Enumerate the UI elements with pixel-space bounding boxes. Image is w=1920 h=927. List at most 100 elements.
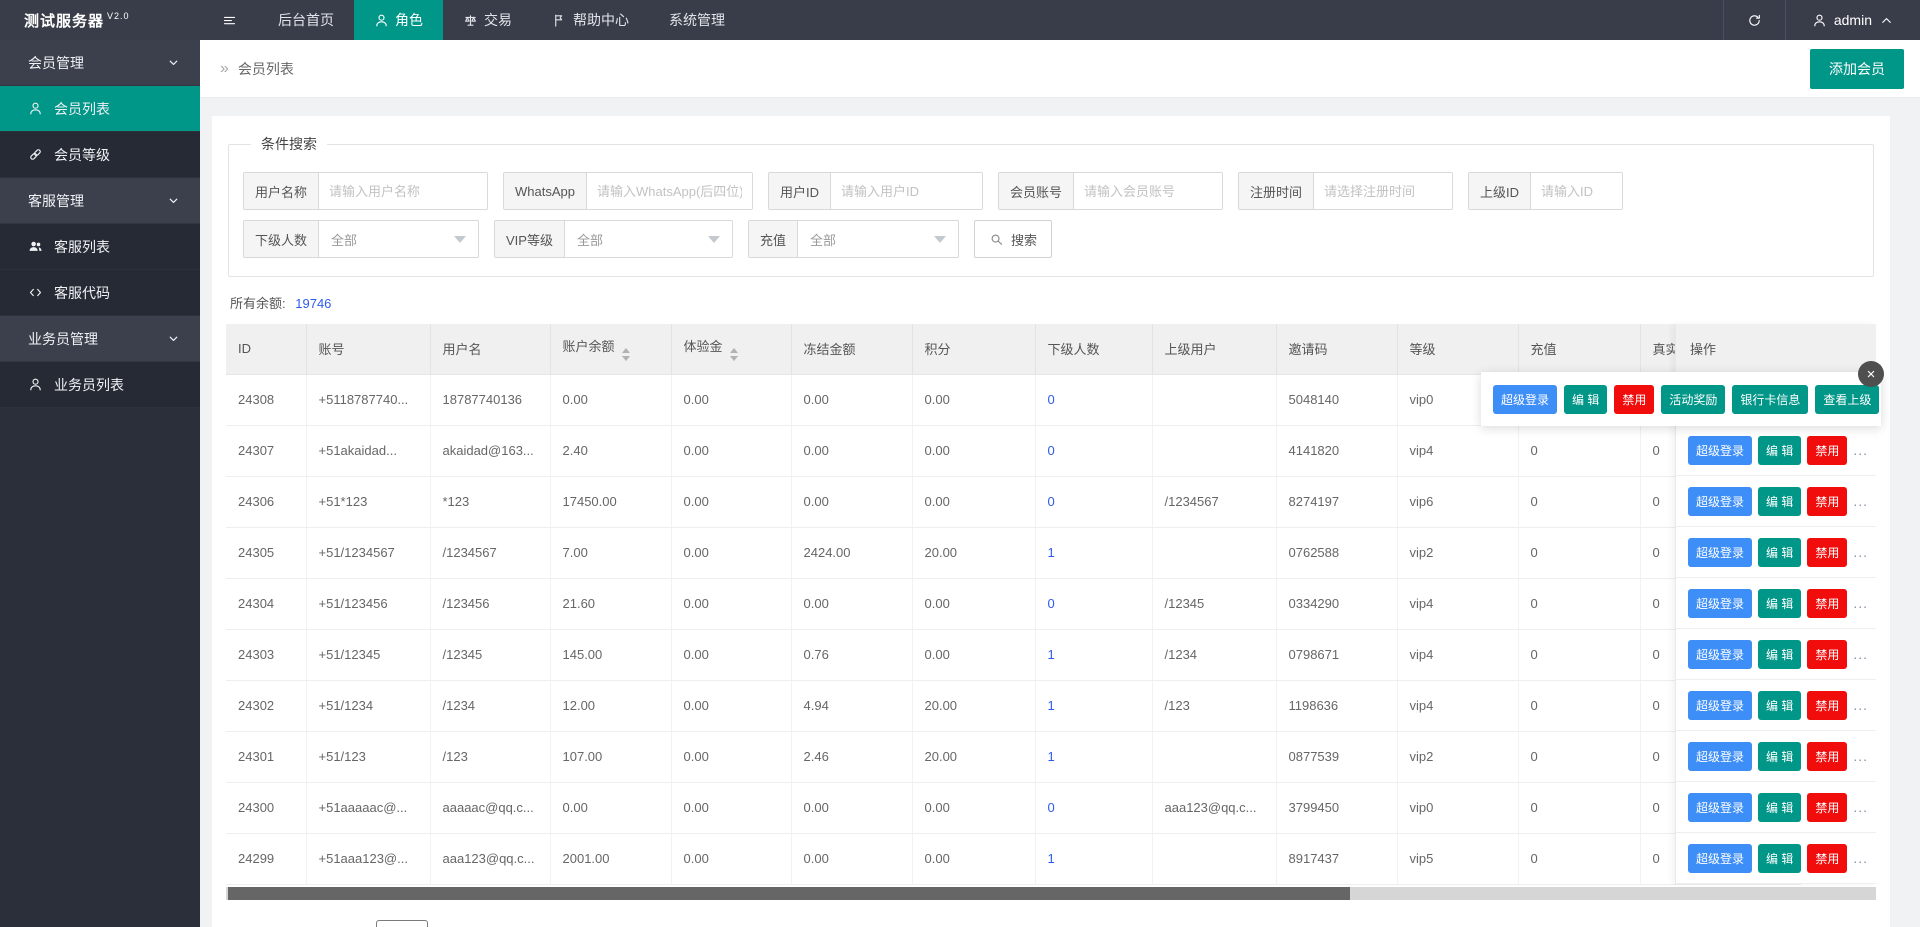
subordinates-link[interactable]: 0 xyxy=(1048,494,1055,509)
edit-button[interactable]: 编 辑 xyxy=(1758,793,1801,822)
disable-button[interactable]: 禁用 xyxy=(1614,385,1654,414)
add-member-button[interactable]: 添加会员 xyxy=(1810,49,1904,89)
super-login-button[interactable]: 超级登录 xyxy=(1688,487,1752,516)
super-login-button[interactable]: 超级登录 xyxy=(1688,793,1752,822)
cell-value: 0 xyxy=(1653,545,1660,560)
edit-button[interactable]: 编 辑 xyxy=(1758,436,1801,465)
balance-summary-value[interactable]: 19746 xyxy=(295,296,331,311)
user-menu[interactable]: admin xyxy=(1785,0,1920,40)
more-actions-button[interactable]: ... xyxy=(1853,850,1868,866)
more-actions-button[interactable]: ... xyxy=(1853,544,1868,560)
subordinates-link[interactable]: 1 xyxy=(1048,698,1055,713)
super-login-button[interactable]: 超级登录 xyxy=(1688,538,1752,567)
edit-button[interactable]: 编 辑 xyxy=(1758,844,1801,873)
search-select-2: 充值全部 xyxy=(748,220,959,258)
search-input-5[interactable] xyxy=(1531,173,1622,209)
search-input-4[interactable] xyxy=(1314,173,1452,209)
cell-id: 24308 xyxy=(226,374,306,425)
cell-value: /12345 xyxy=(443,647,483,662)
cell-account: +51/123456 xyxy=(306,578,430,629)
super-login-button[interactable]: 超级登录 xyxy=(1688,589,1752,618)
more-actions-button[interactable]: ... xyxy=(1853,493,1868,509)
disable-button[interactable]: 禁用 xyxy=(1807,742,1847,771)
subordinates-link[interactable]: 0 xyxy=(1048,596,1055,611)
view-parent-button[interactable]: 查看上级 xyxy=(1815,385,1879,414)
cell-points: 20.00 xyxy=(912,527,1035,578)
search-select-value-1[interactable]: 全部 xyxy=(565,221,732,257)
disable-button[interactable]: 禁用 xyxy=(1807,640,1847,669)
subordinates-link[interactable]: 1 xyxy=(1048,647,1055,662)
subordinates-link[interactable]: 1 xyxy=(1048,545,1055,560)
search-button[interactable]: 搜索 xyxy=(974,220,1052,258)
more-actions-button[interactable]: ... xyxy=(1853,697,1868,713)
disable-button[interactable]: 禁用 xyxy=(1807,487,1847,516)
cell-frozen: 0.00 xyxy=(791,374,912,425)
horizontal-scrollbar-thumb[interactable] xyxy=(228,887,1350,900)
sort-icon[interactable] xyxy=(730,348,738,361)
search-input-0[interactable] xyxy=(319,173,487,209)
super-login-button[interactable]: 超级登录 xyxy=(1688,640,1752,669)
column-header-2: 用户名 xyxy=(430,324,550,374)
sidebar-group-0[interactable]: 会员管理 xyxy=(0,40,200,86)
subordinates-link[interactable]: 1 xyxy=(1048,851,1055,866)
sidebar-group-2[interactable]: 业务员管理 xyxy=(0,316,200,362)
more-actions-button[interactable]: ... xyxy=(1853,595,1868,611)
subordinates-link[interactable]: 0 xyxy=(1048,392,1055,407)
edit-button[interactable]: 编 辑 xyxy=(1758,589,1801,618)
edit-button[interactable]: 编 辑 xyxy=(1758,691,1801,720)
bank-card-info-button[interactable]: 银行卡信息 xyxy=(1732,385,1808,414)
search-select-value-0[interactable]: 全部 xyxy=(319,221,478,257)
disable-button[interactable]: 禁用 xyxy=(1807,538,1847,567)
search-select-value-2[interactable]: 全部 xyxy=(798,221,958,257)
table-row: 24303+51/12345/12345145.000.000.760.001/… xyxy=(226,629,1800,680)
super-login-button[interactable]: 超级登录 xyxy=(1688,742,1752,771)
search-input-1[interactable] xyxy=(587,173,752,209)
cell-recharge: 0 xyxy=(1518,731,1640,782)
more-actions-button[interactable]: ... xyxy=(1853,748,1868,764)
activity-reward-button[interactable]: 活动奖励 xyxy=(1661,385,1725,414)
sidebar-item-1-1[interactable]: 客服代码 xyxy=(0,270,200,316)
disable-button[interactable]: 禁用 xyxy=(1807,436,1847,465)
more-actions-button[interactable]: ... xyxy=(1853,799,1868,815)
disable-button[interactable]: 禁用 xyxy=(1807,793,1847,822)
nav-item-4[interactable]: 系统管理 xyxy=(649,0,745,40)
more-actions-button[interactable]: ... xyxy=(1853,442,1868,458)
nav-item-0[interactable]: 后台首页 xyxy=(258,0,354,40)
page-size-select[interactable]: 20 xyxy=(376,920,428,927)
cell-value: 0 xyxy=(1653,647,1660,662)
edit-button[interactable]: 编 辑 xyxy=(1758,742,1801,771)
nav-item-3[interactable]: 帮助中心 xyxy=(532,0,649,40)
sidebar-item-0-1[interactable]: 会员等级 xyxy=(0,132,200,178)
edit-button[interactable]: 编 辑 xyxy=(1564,385,1607,414)
super-login-button[interactable]: 超级登录 xyxy=(1688,844,1752,873)
super-login-button[interactable]: 超级登录 xyxy=(1688,691,1752,720)
sort-icon[interactable] xyxy=(622,348,630,361)
sidebar-group-1[interactable]: 客服管理 xyxy=(0,178,200,224)
subordinates-link[interactable]: 0 xyxy=(1048,443,1055,458)
subordinates-link[interactable]: 1 xyxy=(1048,749,1055,764)
search-input-3[interactable] xyxy=(1074,173,1222,209)
subordinates-link[interactable]: 0 xyxy=(1048,800,1055,815)
disable-button[interactable]: 禁用 xyxy=(1807,589,1847,618)
sidebar-item-1-0[interactable]: 客服列表 xyxy=(0,224,200,270)
more-actions-button[interactable]: ... xyxy=(1853,646,1868,662)
cell-value: 24302 xyxy=(238,698,274,713)
edit-button[interactable]: 编 辑 xyxy=(1758,640,1801,669)
nav-item-2[interactable]: 交易 xyxy=(443,0,532,40)
edit-button[interactable]: 编 辑 xyxy=(1758,538,1801,567)
cell-frozen: 0.00 xyxy=(791,476,912,527)
sidebar-item-2-0[interactable]: 业务员列表 xyxy=(0,362,200,408)
sidebar-item-0-0[interactable]: 会员列表 xyxy=(0,86,200,132)
disable-button[interactable]: 禁用 xyxy=(1807,844,1847,873)
edit-button[interactable]: 编 辑 xyxy=(1758,487,1801,516)
super-login-button[interactable]: 超级登录 xyxy=(1493,385,1557,414)
cell-value: +5118787740... xyxy=(319,392,409,407)
super-login-button[interactable]: 超级登录 xyxy=(1688,436,1752,465)
refresh-icon[interactable] xyxy=(1723,0,1785,40)
disable-button[interactable]: 禁用 xyxy=(1807,691,1847,720)
search-input-2[interactable] xyxy=(831,173,982,209)
nav-item-1[interactable]: 角色 xyxy=(354,0,443,40)
search-field-3: 会员账号 xyxy=(998,172,1223,210)
close-icon[interactable]: × xyxy=(1858,361,1884,387)
menu-toggle-icon[interactable] xyxy=(200,0,258,40)
